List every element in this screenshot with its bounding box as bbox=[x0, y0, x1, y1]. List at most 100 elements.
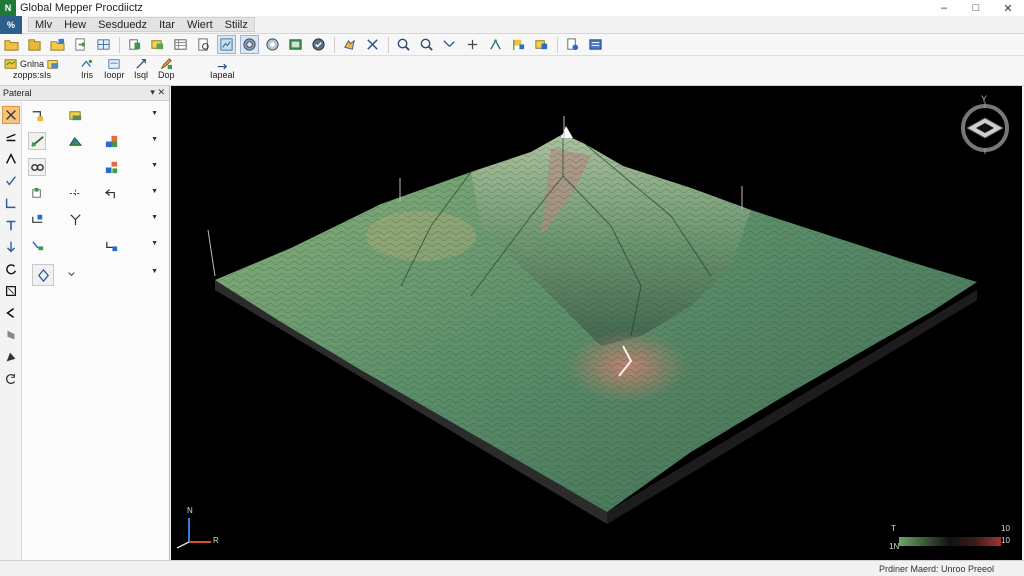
menu-styles[interactable]: Stiilz bbox=[219, 19, 254, 31]
raster-button[interactable] bbox=[286, 35, 305, 54]
layer-button[interactable] bbox=[125, 35, 144, 54]
measure-icon bbox=[443, 40, 455, 47]
tool-terrain[interactable] bbox=[66, 132, 84, 150]
table-button[interactable] bbox=[171, 35, 190, 54]
digitize-button[interactable] bbox=[486, 35, 505, 54]
menu-search[interactable]: Sesduedz bbox=[92, 19, 153, 31]
tool-undo[interactable] bbox=[102, 184, 120, 202]
tool-slope[interactable] bbox=[28, 132, 46, 150]
orbit-button[interactable] bbox=[263, 35, 282, 54]
map-view-icon bbox=[220, 38, 233, 51]
tool-block[interactable] bbox=[2, 326, 20, 344]
line-label: Isql bbox=[134, 70, 149, 80]
open-data-button[interactable] bbox=[25, 35, 44, 54]
tool-transform-options[interactable] bbox=[62, 264, 80, 282]
tool-refresh[interactable] bbox=[2, 370, 20, 388]
maximize-button[interactable]: □ bbox=[960, 0, 992, 16]
tool-angle[interactable] bbox=[2, 150, 20, 168]
tool-strip bbox=[0, 102, 22, 560]
tool-corner[interactable] bbox=[2, 194, 20, 212]
chevron-down-icon[interactable]: ▼ bbox=[151, 110, 158, 117]
view-2d-button[interactable] bbox=[217, 35, 236, 54]
app-menu-logo[interactable]: % bbox=[0, 15, 22, 34]
measure-button[interactable] bbox=[440, 35, 459, 54]
iris-tool[interactable]: Iris bbox=[80, 58, 94, 81]
navigation-compass[interactable] bbox=[961, 102, 1009, 154]
panel-row: ▼ bbox=[26, 210, 166, 236]
3d-viewport[interactable]: Y N R T 10 1N 10 bbox=[171, 86, 1022, 560]
folder-save-icon bbox=[50, 38, 65, 51]
append-icon bbox=[217, 63, 228, 70]
chevron-down-icon[interactable]: ▼ bbox=[151, 136, 158, 143]
terrain-render[interactable] bbox=[171, 86, 1022, 560]
info-button[interactable] bbox=[563, 35, 582, 54]
line-tool[interactable]: Isql bbox=[134, 58, 148, 81]
select-button[interactable] bbox=[363, 35, 382, 54]
menu-file[interactable]: Mlv bbox=[29, 19, 58, 31]
chevron-down-icon[interactable]: ▼ bbox=[151, 162, 158, 169]
save-button[interactable] bbox=[48, 35, 67, 54]
chevron-down-icon[interactable]: ▼ bbox=[151, 214, 158, 221]
zoom-in-button[interactable] bbox=[394, 35, 413, 54]
tool-ruler[interactable] bbox=[2, 128, 20, 146]
split-icon bbox=[69, 189, 81, 197]
loop-label: Ioopr bbox=[104, 70, 125, 80]
tool-navigate[interactable] bbox=[2, 348, 20, 366]
zoom-out-button[interactable] bbox=[417, 35, 436, 54]
tool-merge[interactable] bbox=[102, 158, 120, 176]
panel-row: ▼ bbox=[26, 264, 166, 290]
tool-check[interactable] bbox=[2, 172, 20, 190]
tool-attach[interactable] bbox=[28, 210, 46, 228]
settings-button[interactable] bbox=[586, 35, 605, 54]
tool-fork[interactable] bbox=[66, 210, 84, 228]
tool-rotate[interactable] bbox=[2, 260, 20, 278]
tool-chevron[interactable] bbox=[2, 304, 20, 322]
global-settings-label-top: Gnlna bbox=[20, 58, 45, 69]
pan-button[interactable] bbox=[340, 35, 359, 54]
tool-down[interactable] bbox=[2, 238, 20, 256]
panel-pin-button[interactable]: ▾ bbox=[150, 87, 155, 97]
tool-split[interactable] bbox=[66, 184, 84, 202]
tool-transform[interactable] bbox=[32, 264, 54, 286]
shield-button[interactable] bbox=[309, 35, 328, 54]
menu-view[interactable]: Hew bbox=[58, 19, 92, 31]
flag-button[interactable] bbox=[509, 35, 528, 54]
tool-resize[interactable] bbox=[2, 282, 20, 300]
hand-icon bbox=[344, 39, 355, 50]
tool-blocks[interactable] bbox=[102, 132, 120, 150]
open-file-button[interactable] bbox=[2, 35, 21, 54]
chevron-down-icon[interactable]: ▼ bbox=[151, 240, 158, 247]
panel-close-button[interactable]: ✕ bbox=[157, 87, 165, 97]
view-3d-button[interactable] bbox=[240, 35, 259, 54]
fork-icon bbox=[69, 213, 81, 225]
label-button[interactable] bbox=[532, 35, 551, 54]
tool-pointer[interactable] bbox=[2, 106, 20, 124]
tool-scale[interactable] bbox=[28, 158, 46, 176]
tool-tpath[interactable] bbox=[2, 216, 20, 234]
append-tool[interactable]: Iapeal bbox=[210, 58, 235, 81]
chevron-down-icon[interactable]: ▼ bbox=[151, 188, 158, 195]
import-button[interactable] bbox=[71, 35, 90, 54]
navigate-icon bbox=[6, 352, 16, 362]
loop-tool[interactable]: Ioopr bbox=[104, 58, 125, 81]
panel-row: ▼ bbox=[26, 158, 166, 184]
toolbar-separator bbox=[388, 36, 389, 53]
edit-tool[interactable]: Dop bbox=[158, 58, 175, 81]
menu-tools[interactable]: Itar bbox=[153, 19, 181, 31]
find-button[interactable] bbox=[194, 35, 213, 54]
minimize-button[interactable]: – bbox=[928, 0, 960, 16]
menu-window[interactable]: Wiert bbox=[181, 19, 219, 31]
overlay-button[interactable] bbox=[148, 35, 167, 54]
global-settings-tool[interactable]: Gnlna zopps:sIs bbox=[4, 58, 60, 81]
add-point-button[interactable] bbox=[463, 35, 482, 54]
chevron-left-icon bbox=[6, 307, 15, 319]
tool-stack[interactable] bbox=[66, 106, 84, 124]
tool-profile[interactable] bbox=[28, 106, 46, 124]
legend-bottom-left: 1N bbox=[889, 542, 900, 551]
tool-link[interactable] bbox=[28, 236, 46, 254]
close-button[interactable]: ✕ bbox=[992, 0, 1024, 16]
tool-grid-add[interactable] bbox=[28, 184, 46, 202]
export-button[interactable] bbox=[94, 35, 113, 54]
chevron-down-icon[interactable]: ▼ bbox=[151, 268, 158, 275]
tool-step[interactable] bbox=[102, 236, 120, 254]
